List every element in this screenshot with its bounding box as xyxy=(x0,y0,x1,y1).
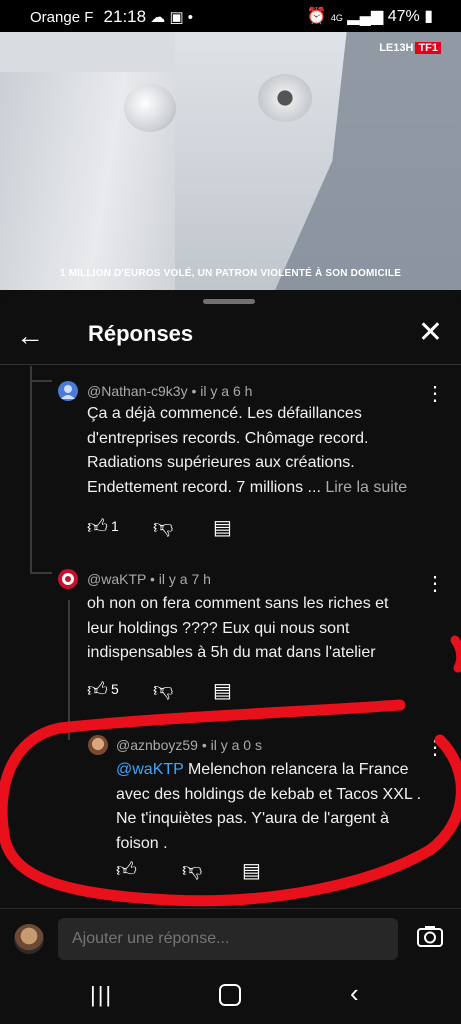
avatar[interactable] xyxy=(88,735,108,755)
meta-separator: • xyxy=(201,737,207,753)
reply-text: oh non on fera comment sans les riches e… xyxy=(87,595,389,661)
battery-label: 47% xyxy=(387,8,420,25)
reply-icon[interactable]: ▤ xyxy=(242,858,261,883)
thread-line xyxy=(68,600,70,740)
thumb-up-icon[interactable]: 👍︎ xyxy=(87,678,108,702)
more-vertical-icon[interactable]: ⋮ xyxy=(425,384,445,404)
video-frame-top xyxy=(0,32,175,72)
back-chevron-icon[interactable]: ‹ xyxy=(350,978,359,1009)
thread-connector xyxy=(30,380,52,382)
avatar[interactable] xyxy=(58,569,78,589)
thumb-up-icon[interactable]: 👍︎ xyxy=(116,858,137,882)
carrier-label: Orange F xyxy=(30,9,94,26)
more-vertical-icon[interactable]: ⋮ xyxy=(425,574,445,594)
meta-separator: • xyxy=(191,383,197,399)
clock: 21:18 xyxy=(103,7,147,26)
timestamp: il y a 0 s xyxy=(210,737,262,753)
dot-icon: • xyxy=(187,9,194,26)
channel-logo-prefix: LE13H xyxy=(379,42,414,54)
recent-apps-icon[interactable]: ||| xyxy=(90,982,113,1008)
reply-text: Ça a déjà commencé. Les défaillances d'e… xyxy=(87,402,437,500)
meta-separator: • xyxy=(149,571,155,587)
thread-connector xyxy=(30,572,52,574)
avatar[interactable] xyxy=(58,381,78,401)
status-left: Orange F 21:18 ☁ ▣ • xyxy=(30,7,193,27)
author-name[interactable]: @Nathan-c9k3y xyxy=(87,383,188,399)
close-icon[interactable]: ✕ xyxy=(418,318,443,348)
thumb-down-icon[interactable]: 👎︎ xyxy=(153,515,173,539)
author-name[interactable]: @waKTP xyxy=(87,571,146,587)
reply-meta: @aznboyz59 • il y a 0 s xyxy=(116,737,262,753)
like-count: 1 xyxy=(111,518,119,534)
status-right: ⏰ 4G ▂▄▆ 47% ▮ xyxy=(306,6,433,26)
camera-icon[interactable] xyxy=(417,925,443,947)
signal-icon: ▂▄▆ xyxy=(347,8,384,25)
image-icon: ▣ xyxy=(169,9,184,26)
thumb-down-icon[interactable]: 👎︎ xyxy=(182,858,202,882)
reply-actions: 👍︎ 1 👎︎ ▤ xyxy=(87,515,287,539)
channel-logo: LE13H TF1 xyxy=(379,42,441,54)
my-avatar xyxy=(14,924,44,954)
more-vertical-icon[interactable]: ⋮ xyxy=(425,738,445,758)
reply-actions: 👍︎ 5 👎︎ ▤ xyxy=(87,678,287,702)
thumb-up-icon[interactable]: 👍︎ xyxy=(87,515,108,539)
cloud-icon: ☁ xyxy=(150,9,166,26)
camera-dome-right xyxy=(258,74,312,122)
status-bar: Orange F 21:18 ☁ ▣ • ⏰ 4G ▂▄▆ 47% ▮ xyxy=(0,0,461,32)
video-caption: 1 MILLION D'EUROS VOLÉ, UN PATRON VIOLEN… xyxy=(59,268,402,279)
home-icon[interactable] xyxy=(219,984,241,1006)
alarm-icon: ⏰ xyxy=(306,8,327,25)
thread-line xyxy=(30,366,32,572)
timestamp: il y a 6 h xyxy=(200,383,253,399)
arrow-left-icon[interactable]: ← xyxy=(16,322,44,350)
timestamp: il y a 7 h xyxy=(158,571,211,587)
reply-text: @waKTP Melenchon relancera la France ave… xyxy=(116,758,434,856)
person-icon xyxy=(61,385,75,399)
avatar-logo-icon xyxy=(62,573,74,585)
like-count: 5 xyxy=(111,681,119,697)
mention-link[interactable]: @waKTP xyxy=(116,761,184,778)
reply-actions: 👍︎ 👎︎ ▤ xyxy=(116,858,316,882)
reply-meta: @waKTP • il y a 7 h xyxy=(87,571,211,587)
network-label: 4G xyxy=(330,13,343,23)
panel-header: ← Réponses ✕ xyxy=(0,308,461,365)
channel-logo-brand: TF1 xyxy=(415,42,441,54)
reply-icon[interactable]: ▤ xyxy=(213,515,232,540)
video-player[interactable]: LE13H TF1 1 MILLION D'EUROS VOLÉ, UN PATR… xyxy=(0,32,461,290)
camera-dome-left xyxy=(124,84,176,132)
author-name[interactable]: @aznboyz59 xyxy=(116,737,198,753)
panel-title: Réponses xyxy=(88,321,194,346)
reply-icon[interactable]: ▤ xyxy=(213,678,232,703)
reply-meta: @Nathan-c9k3y • il y a 6 h xyxy=(87,383,252,399)
reply-input[interactable] xyxy=(58,918,398,960)
reply-composer xyxy=(0,908,461,969)
drag-handle[interactable] xyxy=(203,299,255,304)
thumb-down-icon[interactable]: 👎︎ xyxy=(153,678,173,702)
read-more-link[interactable]: Lire la suite xyxy=(325,479,407,496)
system-nav-bar: ||| ‹ xyxy=(0,968,461,1024)
battery-icon: ▮ xyxy=(424,8,433,25)
